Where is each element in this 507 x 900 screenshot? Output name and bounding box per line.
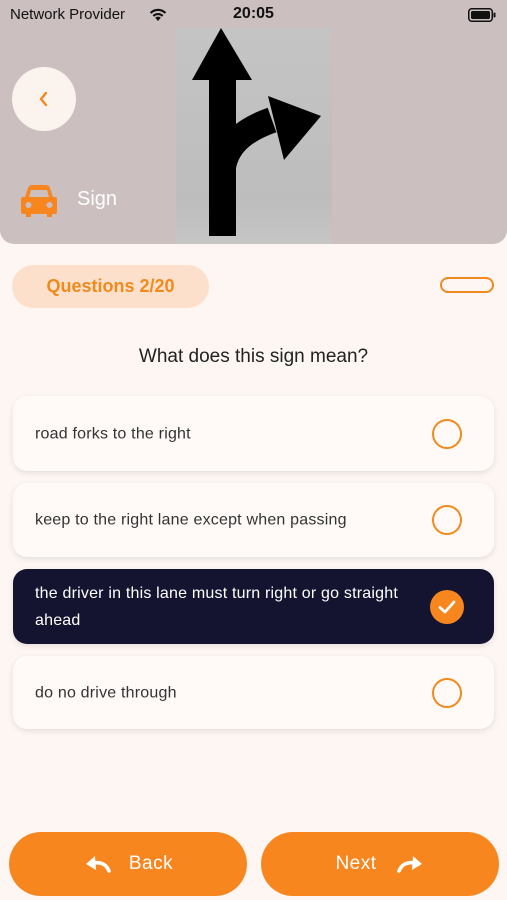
answer-option-1[interactable]: road forks to the right <box>13 396 494 471</box>
battery-icon <box>468 8 496 22</box>
question-progress-badge: Questions 2/20 <box>12 265 209 308</box>
status-bar: Network Provider 20:05 <box>0 0 507 30</box>
redo-arrow-icon <box>396 856 422 873</box>
car-icon <box>21 185 57 217</box>
answer-option-2[interactable]: keep to the right lane except when passi… <box>13 483 494 557</box>
quiz-screen: Network Provider 20:05 Sign Questions 2/… <box>0 0 507 900</box>
answer-option-label: the driver in this lane must turn right … <box>35 584 398 629</box>
answer-option-4[interactable]: do no drive through <box>13 656 494 729</box>
question-text: What does this sign mean? <box>138 346 369 367</box>
radio-icon <box>432 418 462 449</box>
header: Network Provider 20:05 Sign <box>0 0 507 244</box>
category-label: Sign <box>77 188 118 210</box>
back-button-label: Back <box>128 853 174 874</box>
answer-option-label: keep to the right lane except when passi… <box>35 511 347 529</box>
question-progress-label: Questions 2/20 <box>46 276 175 296</box>
undo-arrow-icon <box>85 856 111 873</box>
back-button[interactable]: Back <box>9 832 247 896</box>
radio-icon <box>432 677 462 708</box>
next-button-label: Next <box>335 853 377 874</box>
sign-image <box>176 28 332 244</box>
answer-option-3[interactable]: the driver in this lane must turn right … <box>13 569 494 644</box>
radio-icon <box>432 505 462 535</box>
clock: 20:05 <box>233 5 274 22</box>
check-icon <box>430 589 464 624</box>
answer-option-label: do no drive through <box>35 684 177 701</box>
next-button[interactable]: Next <box>261 832 499 896</box>
header-back-button[interactable] <box>12 67 76 131</box>
answer-option-label: road forks to the right <box>35 425 191 442</box>
timer-pill <box>440 277 494 293</box>
chevron-left-icon <box>39 91 48 107</box>
straight-or-right-arrow-sign <box>192 28 321 236</box>
